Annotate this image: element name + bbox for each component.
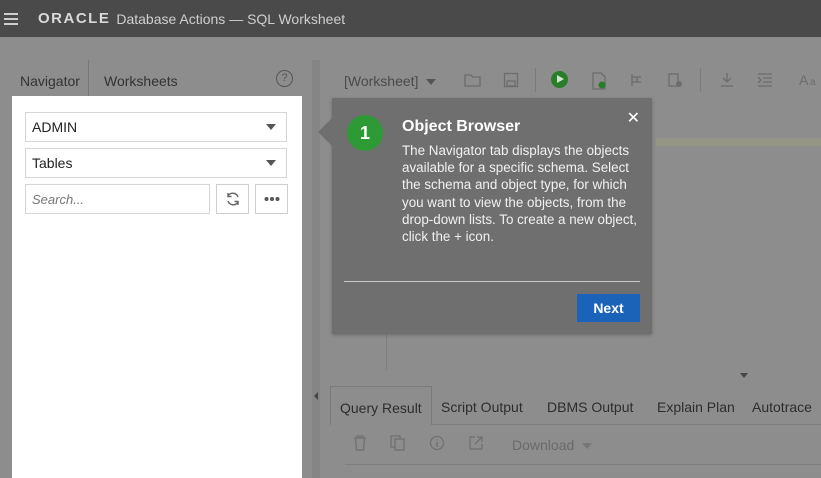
- explain-plan-icon[interactable]: [628, 72, 646, 90]
- more-actions-button[interactable]: [255, 184, 288, 214]
- tour-title: Object Browser: [402, 118, 521, 135]
- chevron-down-icon: [266, 160, 276, 166]
- object-type-value: Tables: [32, 155, 73, 171]
- refresh-button[interactable]: [216, 184, 249, 214]
- help-icon[interactable]: ?: [276, 70, 293, 87]
- oracle-logo: ORACLE: [38, 10, 111, 27]
- download-dropdown[interactable]: Download: [512, 437, 593, 453]
- tour-body: The Navigator tab displays the objects a…: [402, 143, 637, 245]
- copy-icon[interactable]: [390, 435, 406, 453]
- tab-autotrace[interactable]: Autotrace: [743, 386, 821, 424]
- format-icon[interactable]: [756, 72, 774, 90]
- toolbar-divider: [535, 68, 536, 92]
- navigator-tabbar: Navigator Worksheets ?: [12, 60, 302, 98]
- ellipsis-icon: [264, 197, 279, 201]
- chevron-down-icon: [426, 79, 437, 86]
- svg-text:a: a: [810, 77, 816, 88]
- results-toolbar: Download: [330, 425, 821, 465]
- splitter-down-icon[interactable]: [740, 373, 748, 378]
- save-icon[interactable]: [502, 72, 520, 90]
- editor-current-line: [656, 138, 821, 146]
- tab-navigator[interactable]: Navigator: [12, 60, 89, 96]
- open-icon[interactable]: [464, 72, 482, 90]
- font-size-icon[interactable]: Aa: [799, 72, 821, 90]
- chevron-down-icon: [582, 443, 593, 450]
- next-button[interactable]: Next: [577, 294, 640, 322]
- download-icon[interactable]: [718, 72, 736, 90]
- results-divider: [345, 464, 821, 465]
- menu-icon[interactable]: [4, 12, 18, 25]
- tour-popover: 1 Object Browser The Navigator tab displ…: [318, 98, 652, 334]
- results-tabbar: Query Result Script Output DBMS Output E…: [330, 386, 821, 425]
- schema-value: ADMIN: [32, 119, 78, 135]
- worksheet-selector-label: [Worksheet]: [344, 73, 419, 89]
- schema-select[interactable]: ADMIN: [25, 112, 287, 142]
- tab-query-result[interactable]: Query Result: [330, 386, 432, 425]
- refresh-icon: [226, 192, 239, 206]
- worksheet-selector[interactable]: [Worksheet]: [344, 73, 437, 89]
- delete-icon[interactable]: [352, 435, 368, 453]
- autotrace-icon[interactable]: [666, 72, 684, 90]
- open-external-icon[interactable]: [468, 435, 484, 453]
- tab-worksheets[interactable]: Worksheets: [96, 60, 186, 96]
- tab-script-output[interactable]: Script Output: [432, 386, 532, 424]
- search-input[interactable]: [25, 184, 210, 214]
- download-label: Download: [512, 437, 575, 453]
- close-icon[interactable]: ✕: [627, 108, 640, 128]
- app-header: ORACLE Database Actions — SQL Worksheet: [0, 0, 821, 37]
- object-type-select[interactable]: Tables: [25, 148, 287, 178]
- tour-divider: [344, 281, 640, 282]
- toolbar-divider: [700, 68, 701, 92]
- app-title: Database Actions — SQL Worksheet: [116, 10, 346, 27]
- worksheet-toolbar: [Worksheet] Aa: [330, 60, 821, 100]
- step-badge: 1: [347, 115, 383, 151]
- run-statement-icon[interactable]: [551, 71, 568, 88]
- tab-explain-plan[interactable]: Explain Plan: [648, 386, 744, 424]
- info-icon[interactable]: [429, 435, 445, 453]
- svg-text:A: A: [799, 72, 809, 88]
- collapse-left-icon[interactable]: [314, 392, 318, 400]
- tab-dbms-output[interactable]: DBMS Output: [538, 386, 642, 424]
- chevron-down-icon: [266, 124, 276, 130]
- run-script-icon[interactable]: [590, 72, 608, 90]
